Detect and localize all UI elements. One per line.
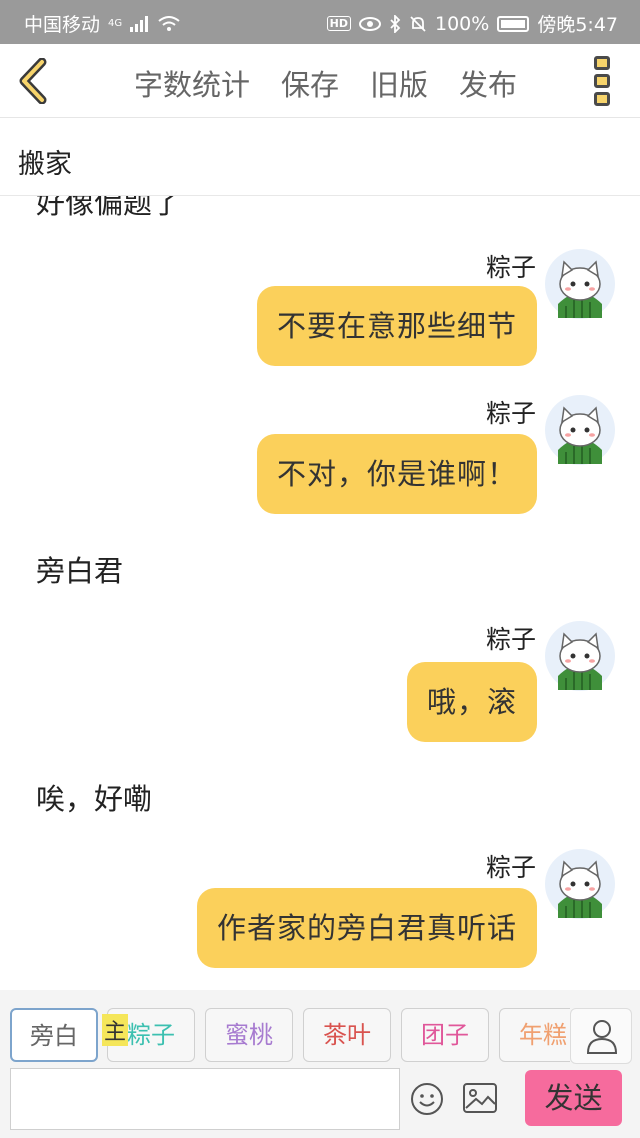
send-button[interactable]: 发送 [525,1070,622,1126]
main-role-tag: 主 [102,1014,129,1046]
user-icon [586,1020,618,1054]
narration-text[interactable]: 旁白君 [36,548,123,590]
chat-message[interactable]: 粽子 作者家的旁白君真听话 [16,848,616,978]
nav-bar: 字数统计 保存 旧版 发布 [0,44,640,118]
message-bubble[interactable]: 作者家的旁白君真听话 [196,888,537,968]
clock: 傍晚5:47 [537,14,618,36]
role-button-tuanzi[interactable]: 团子 [401,1008,489,1062]
character-name: 粽子 [485,853,536,882]
narration-text: 好像偏题了 [36,196,182,220]
publish-button[interactable]: 发布 [459,62,517,104]
message-bubble[interactable]: 不要在意那些细节 [256,286,537,366]
character-name: 粽子 [485,399,536,428]
cat-avatar-icon [545,849,615,919]
role-label: 粽子 [127,1021,175,1049]
wifi-icon [158,15,180,31]
network-type: 4G [108,18,123,29]
narration-text[interactable]: 唉，好嘞 [36,776,152,818]
save-button[interactable]: 保存 [281,62,339,104]
signal-icon [130,15,149,32]
role-label: 旁白 [30,1022,78,1050]
chat-area[interactable]: 好像偏题了 粽子 不要在意那些细节 粽子 不对，你是谁啊！ 旁白君 粽子 哦，滚… [0,196,640,990]
chat-message[interactable]: 粽子 哦，滚 [16,620,616,742]
story-title: 搬家 [18,149,72,180]
role-button-mitao[interactable]: 蜜桃 [205,1008,293,1062]
cat-avatar-icon [545,621,615,691]
back-arrow-icon[interactable] [14,58,54,104]
story-title-bar[interactable]: 搬家 [0,118,640,196]
message-bubble[interactable]: 哦，滚 [406,662,537,742]
emoji-icon[interactable] [410,1082,444,1116]
message-bubble[interactable]: 不对，你是谁啊！ [256,434,537,514]
image-icon[interactable] [462,1082,498,1114]
battery-percent: 100% [435,12,490,35]
character-name: 粽子 [485,625,536,654]
battery-icon [497,15,530,32]
eye-icon [359,16,381,31]
character-name: 粽子 [485,253,536,282]
role-button-chaye[interactable]: 茶叶 [303,1008,391,1062]
role-button-niangao[interactable]: 年糕 [499,1008,570,1062]
bluetooth-icon [390,14,401,33]
cat-avatar-icon [545,249,615,319]
role-label: 年糕 [519,1021,567,1049]
chat-message[interactable]: 粽子 不要在意那些细节 [16,248,616,368]
role-label: 团子 [421,1021,469,1049]
role-label: 蜜桃 [225,1021,273,1049]
role-button-narrator[interactable]: 旁白 [10,1008,98,1062]
status-bar: 中国移动 4G HD 100% 傍晚5:47 [0,0,640,44]
more-menu-icon[interactable] [594,56,616,106]
chat-message[interactable]: 粽子 不对，你是谁啊！ [16,394,616,514]
input-row: 发送 [0,1068,640,1138]
word-count-button[interactable]: 字数统计 [134,62,250,104]
cat-avatar-icon [545,395,615,465]
old-version-button[interactable]: 旧版 [370,62,428,104]
role-list: 旁白 粽子 蜜桃 茶叶 团子 年糕 [10,1008,570,1062]
role-label: 茶叶 [323,1021,371,1049]
carrier-label: 中国移动 [24,14,101,36]
manage-roles-button[interactable] [570,1008,632,1064]
hd-icon: HD [326,16,351,31]
message-input[interactable] [10,1068,400,1130]
mute-icon [410,15,426,32]
